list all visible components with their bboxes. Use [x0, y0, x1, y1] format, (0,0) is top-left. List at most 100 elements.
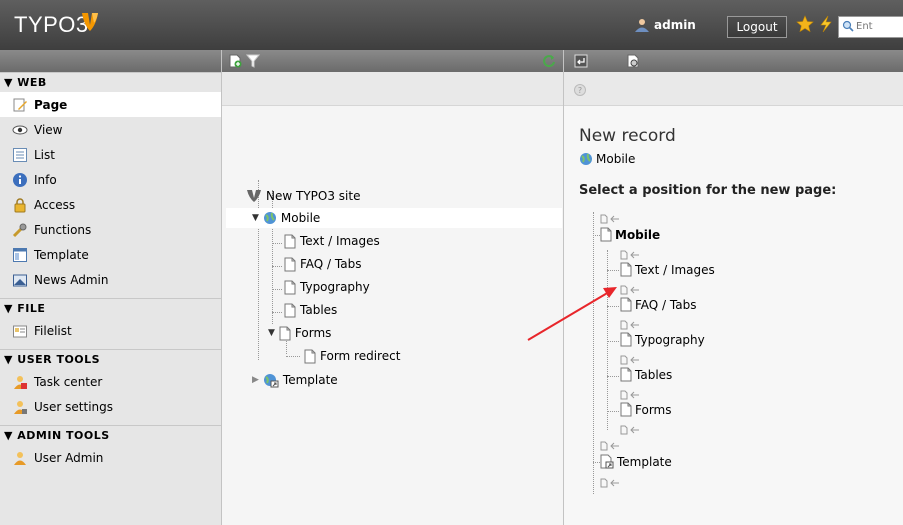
collapse-triangle-icon[interactable]: ▼ — [268, 328, 275, 338]
module-functions[interactable]: Functions — [0, 217, 221, 242]
content-subbar: ? — [564, 72, 903, 106]
module-task-center[interactable]: Task center — [0, 369, 221, 394]
page-icon — [279, 326, 291, 340]
position-page-label: Tables — [635, 367, 673, 382]
tree-root-label: New TYPO3 site — [266, 189, 361, 203]
tree-item-mobile-label: Mobile — [280, 211, 321, 225]
typo3-logo-text[interactable]: TYPO3 — [14, 12, 89, 38]
content-toolbar — [564, 50, 903, 72]
position-page-mobile: Mobile — [600, 227, 660, 242]
module-user-settings[interactable]: User settings — [0, 394, 221, 419]
group-admin-tools-title[interactable]: ▼ ADMIN TOOLS — [0, 425, 221, 445]
tree-toolbar — [222, 50, 563, 72]
module-user-admin-label: User Admin — [34, 450, 104, 465]
group-web-title[interactable]: ▼ WEB — [0, 72, 221, 92]
position-page-template: Template — [600, 454, 672, 469]
eye-icon — [12, 125, 28, 134]
svg-text:?: ? — [578, 86, 582, 95]
record-page: Mobile — [579, 152, 635, 166]
module-list[interactable]: List — [0, 142, 221, 167]
top-bar: TYPO3 admin Logout Ent — [0, 0, 903, 50]
lightning-icon[interactable] — [818, 15, 834, 33]
group-file-title[interactable]: ▼ FILE — [0, 298, 221, 318]
news-icon — [13, 274, 27, 286]
insert-position-icon[interactable] — [600, 478, 620, 488]
position-page-text-images: Text / Images — [620, 262, 715, 277]
tree-item-label: Forms — [294, 326, 332, 340]
module-info-label: Info — [34, 172, 57, 187]
module-access-label: Access — [34, 197, 76, 212]
filelist-icon — [13, 325, 27, 337]
page-icon — [620, 297, 632, 312]
position-page-label: Text / Images — [635, 262, 715, 277]
task-center-icon — [14, 375, 27, 389]
module-template-label: Template — [34, 247, 89, 262]
page-icon — [620, 332, 632, 347]
expand-triangle-icon[interactable]: ▶ — [252, 375, 259, 385]
filter-icon[interactable] — [246, 54, 260, 68]
tree-root[interactable]: New TYPO3 site — [246, 186, 360, 206]
tree-item-forms[interactable]: ▼ Forms — [268, 323, 331, 343]
user-settings-icon — [14, 400, 27, 414]
user-admin-icon — [14, 451, 26, 465]
insert-position-icon[interactable] — [600, 441, 620, 451]
refresh-icon[interactable] — [542, 54, 556, 68]
help-icon[interactable]: ? — [574, 84, 586, 96]
group-user-tools-title[interactable]: ▼ USER TOOLS — [0, 349, 221, 369]
position-page-forms: Forms — [620, 402, 671, 417]
position-page-typography: Typography — [620, 332, 705, 347]
tree-item-form-redirect[interactable]: Form redirect — [304, 346, 400, 366]
module-menu-toolbar — [0, 50, 221, 72]
insert-position-icon[interactable] — [620, 355, 640, 365]
insert-position-icon[interactable] — [620, 390, 640, 400]
globe-icon — [580, 153, 592, 165]
search-icon — [842, 20, 854, 32]
globe-icon — [263, 212, 276, 224]
view-page-icon[interactable] — [626, 54, 640, 68]
module-page[interactable]: Page — [0, 92, 221, 117]
page-icon — [600, 227, 612, 242]
tree-item-label: Typography — [300, 280, 370, 294]
collapse-triangle-icon[interactable]: ▼ — [252, 213, 259, 223]
new-page-icon[interactable] — [228, 54, 242, 68]
user-area[interactable]: admin — [634, 18, 696, 32]
position-page-label: FAQ / Tabs — [635, 297, 697, 312]
module-list-label: List — [34, 147, 55, 162]
tree-item-label: Template — [282, 373, 338, 387]
tree-item-template[interactable]: ▶ Template — [252, 370, 338, 390]
back-icon[interactable] — [574, 54, 588, 68]
tree-item-faq-tabs[interactable]: FAQ / Tabs — [284, 254, 361, 274]
page-icon — [620, 262, 632, 277]
lock-icon — [14, 197, 26, 212]
star-icon[interactable] — [796, 15, 814, 33]
tree-item-text-images[interactable]: Text / Images — [284, 231, 380, 251]
module-user-admin[interactable]: User Admin — [0, 445, 221, 470]
page-tree-panel: New TYPO3 site ▼ Mobile Text / Images FA… — [222, 50, 564, 525]
page-icon — [620, 402, 632, 417]
insert-position-icon[interactable] — [620, 250, 640, 260]
globe-shortcut-icon — [263, 373, 279, 387]
typo3-logo-icon[interactable] — [80, 11, 100, 33]
info-icon — [13, 172, 27, 187]
module-functions-label: Functions — [34, 222, 92, 237]
tree-item-typography[interactable]: Typography — [284, 277, 370, 297]
module-page-label: Page — [34, 97, 68, 112]
insert-position-icon[interactable] — [620, 285, 640, 295]
insert-position-icon[interactable] — [620, 320, 640, 330]
module-view[interactable]: View — [0, 117, 221, 142]
insert-position-icon[interactable] — [620, 425, 640, 435]
module-news-admin-label: News Admin — [34, 272, 109, 287]
user-icon — [635, 19, 649, 32]
tree-item-tables[interactable]: Tables — [284, 300, 337, 320]
module-info[interactable]: Info — [0, 167, 221, 192]
search-input[interactable]: Ent — [838, 16, 903, 38]
module-filelist[interactable]: Filelist — [0, 318, 221, 343]
tree-subbar — [222, 72, 563, 106]
logout-button[interactable]: Logout — [727, 16, 787, 38]
module-template[interactable]: Template — [0, 242, 221, 267]
module-access[interactable]: Access — [0, 192, 221, 217]
insert-position-icon[interactable] — [600, 214, 620, 224]
tree-item-label: Tables — [300, 303, 338, 317]
tree-item-mobile[interactable]: ▼ Mobile — [226, 208, 562, 228]
module-news-admin[interactable]: News Admin — [0, 267, 221, 292]
